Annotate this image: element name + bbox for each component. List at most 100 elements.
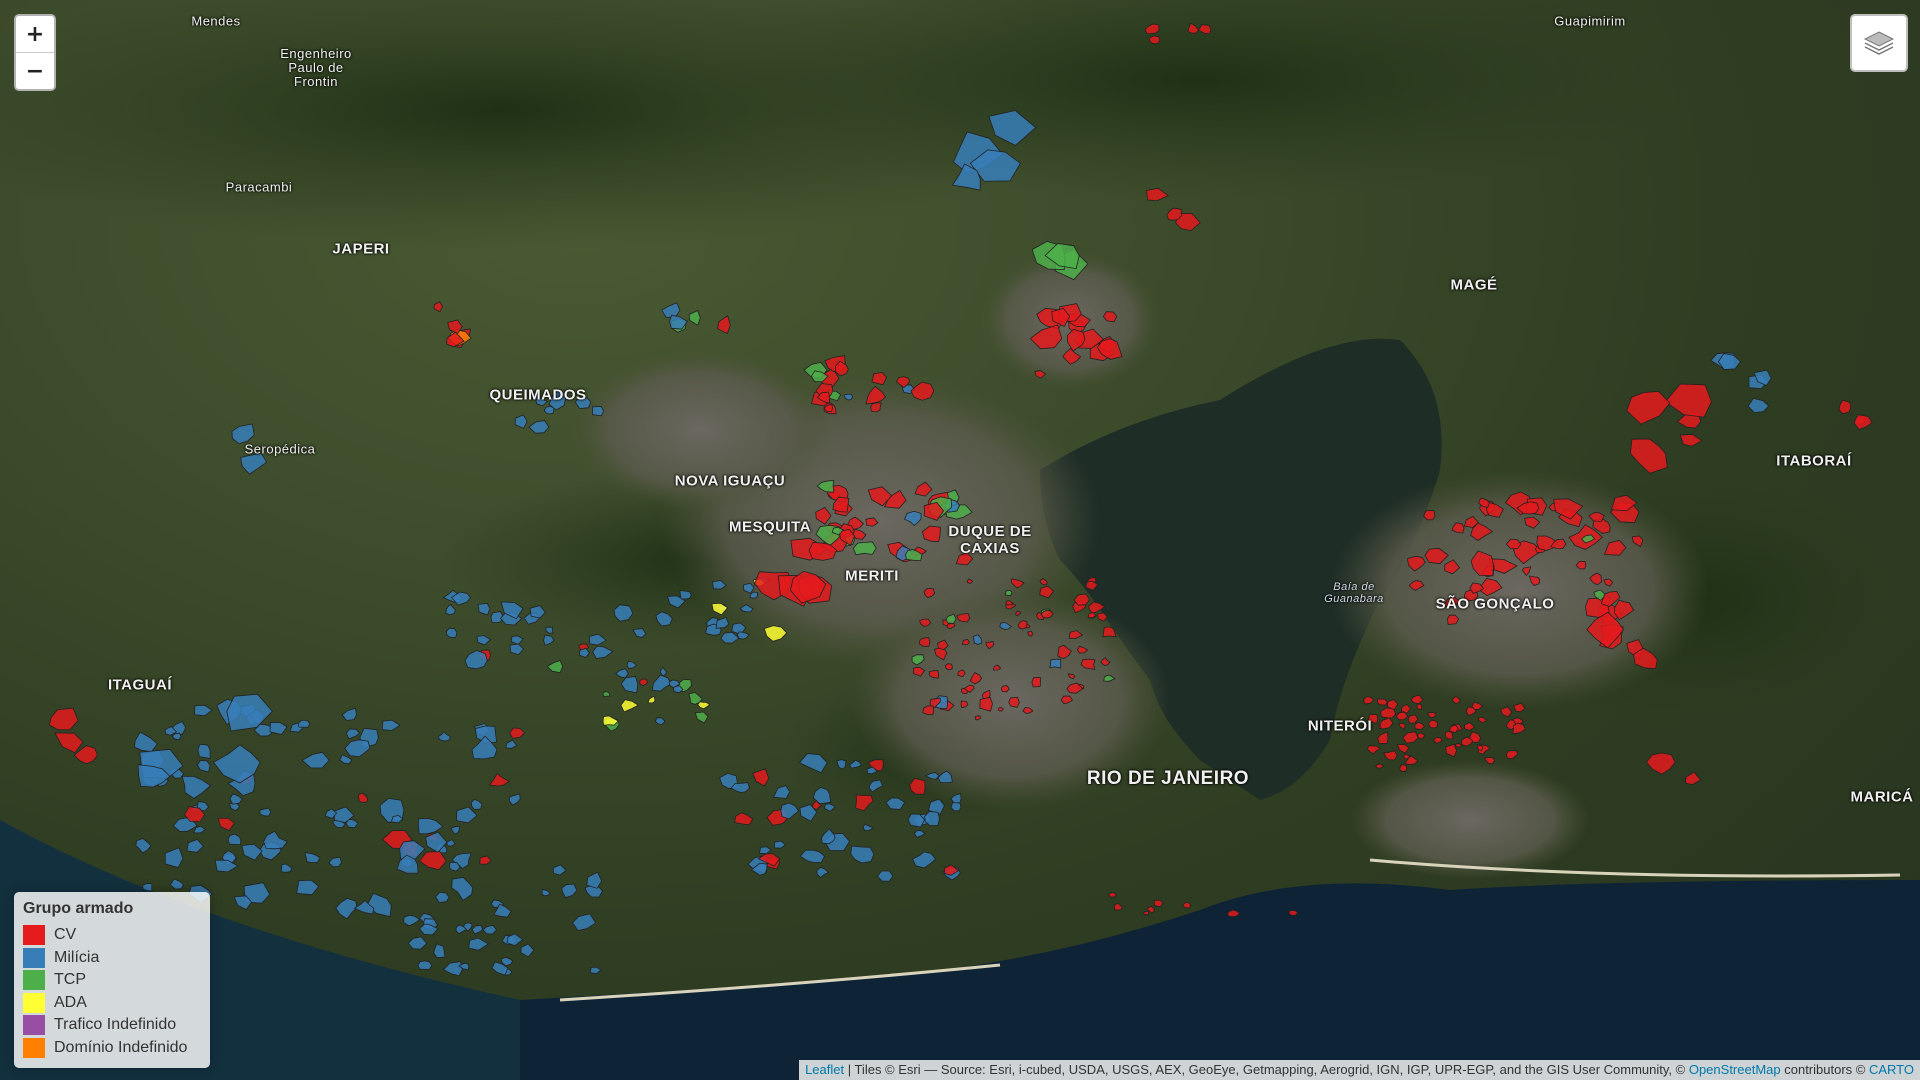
territory-polygon-milicia[interactable]	[194, 704, 213, 717]
territory-polygon-milicia[interactable]	[543, 634, 555, 646]
territory-polygon-milicia[interactable]	[799, 849, 826, 863]
territory-polygon-milicia[interactable]	[297, 719, 311, 728]
territory-polygon-milicia[interactable]	[344, 739, 371, 758]
territory-polygon-milicia[interactable]	[482, 925, 498, 935]
territory-polygon-tcp[interactable]	[694, 711, 709, 724]
territory-polygon-cv[interactable]	[1399, 763, 1408, 772]
territory-polygon-ada[interactable]	[647, 695, 656, 704]
territory-polygon-milicia[interactable]	[280, 863, 293, 873]
territory-polygon-tcp[interactable]	[1004, 589, 1013, 597]
territory-polygon-cv[interactable]	[357, 792, 368, 803]
territory-polygon-milicia[interactable]	[259, 807, 272, 817]
territory-polygon-milicia[interactable]	[541, 888, 552, 897]
territory-polygon-milicia[interactable]	[341, 707, 357, 721]
territory-polygon-milicia[interactable]	[446, 627, 458, 639]
territory-polygon-milicia[interactable]	[816, 866, 830, 879]
zoom-in-button[interactable]: +	[16, 16, 54, 52]
territory-polygon-milicia[interactable]	[572, 913, 597, 931]
territory-polygon-milicia[interactable]	[759, 846, 772, 855]
territory-polygon-milicia[interactable]	[592, 645, 614, 659]
territory-polygon-milicia[interactable]	[345, 728, 361, 740]
territory-polygon-cv[interactable]	[509, 727, 526, 739]
territory-polygon-cv[interactable]	[1379, 717, 1394, 730]
territory-polygon-cv[interactable]	[717, 315, 731, 335]
territory-polygon-milicia[interactable]	[654, 717, 666, 726]
territory-polygon-cv[interactable]	[1375, 763, 1385, 769]
territory-polygon-milicia[interactable]	[476, 635, 492, 646]
territory-polygon-cv[interactable]	[1182, 902, 1191, 909]
territory-polygon-cv[interactable]	[1031, 676, 1042, 688]
territory-polygon-cv[interactable]	[1414, 721, 1425, 730]
territory-polygon-ada[interactable]	[602, 715, 619, 726]
territory-polygon-milicia[interactable]	[301, 751, 330, 769]
territory-polygon-cv[interactable]	[752, 768, 770, 787]
territory-polygon-milicia[interactable]	[850, 845, 875, 864]
zoom-out-button[interactable]: −	[16, 52, 54, 89]
territory-polygon-cv[interactable]	[1363, 696, 1375, 705]
territory-polygon-tcp[interactable]	[852, 541, 877, 556]
territory-polygon-milicia[interactable]	[296, 879, 320, 896]
territory-polygon-cv[interactable]	[1505, 750, 1519, 760]
territory-polygon-milicia[interactable]	[434, 891, 450, 903]
territory-polygon-milicia[interactable]	[773, 840, 787, 849]
territory-polygon-cv[interactable]	[998, 707, 1004, 712]
territory-polygon-milicia[interactable]	[135, 838, 152, 854]
territory-polygon-cv[interactable]	[1679, 433, 1703, 447]
territory-polygon-cv[interactable]	[1417, 732, 1426, 740]
territory-polygon-cv[interactable]	[433, 301, 444, 313]
territory-polygon-milicia[interactable]	[552, 864, 567, 876]
layers-control-button[interactable]	[1850, 14, 1908, 72]
territory-polygon-milicia[interactable]	[924, 810, 940, 826]
territory-polygon-cv[interactable]	[1366, 745, 1381, 755]
territory-polygon-cv[interactable]	[1444, 731, 1454, 740]
map-container[interactable]: Mendes Engenheiro Paulo de Frontin Parac…	[0, 0, 1920, 1080]
territory-polygon-cv[interactable]	[1383, 750, 1398, 761]
territory-polygon-milicia[interactable]	[451, 876, 474, 902]
territory-polygon-cv[interactable]	[1148, 35, 1161, 45]
territory-polygon-milicia[interactable]	[589, 966, 602, 975]
territory-polygon-milicia[interactable]	[477, 602, 491, 616]
territory-polygon-milicia[interactable]	[509, 793, 521, 806]
territory-polygon-milicia[interactable]	[339, 754, 353, 765]
territory-polygon-milicia[interactable]	[442, 961, 463, 977]
territory-polygon-tcp[interactable]	[602, 691, 611, 697]
territory-polygon-milicia[interactable]	[229, 793, 243, 805]
territory-polygon-cv[interactable]	[1113, 902, 1123, 911]
territory-polygon-cv[interactable]	[1464, 722, 1476, 731]
territory-polygon-milicia[interactable]	[445, 603, 456, 616]
territory-polygon-cv[interactable]	[1153, 899, 1164, 908]
territory-polygon-milicia[interactable]	[446, 839, 456, 847]
territory-polygon-milicia[interactable]	[417, 817, 444, 835]
territory-polygon-milicia[interactable]	[186, 839, 204, 853]
territory-polygon-cv[interactable]	[1445, 743, 1458, 758]
territory-polygon-cv[interactable]	[1427, 719, 1439, 729]
territory-polygon-milicia[interactable]	[240, 453, 268, 475]
territory-polygon-cv[interactable]	[1427, 711, 1437, 719]
territory-polygon-milicia[interactable]	[197, 743, 211, 759]
territory-polygon-milicia[interactable]	[950, 801, 962, 812]
territory-polygon-milicia[interactable]	[269, 721, 288, 735]
territory-polygon-milicia[interactable]	[579, 647, 591, 658]
territory-polygon-cv[interactable]	[639, 678, 649, 686]
territory-polygon-milicia[interactable]	[514, 414, 528, 430]
territory-polygon-milicia[interactable]	[417, 960, 433, 970]
territory-polygon-milicia[interactable]	[913, 829, 926, 838]
territory-polygon-tcp[interactable]	[546, 659, 564, 674]
territory-polygon-cv[interactable]	[1454, 743, 1463, 748]
territory-polygon-milicia[interactable]	[407, 936, 428, 950]
territory-polygon-cv[interactable]	[1407, 714, 1419, 724]
territory-polygon-ada[interactable]	[697, 701, 711, 710]
territory-polygon-milicia[interactable]	[450, 825, 460, 835]
territory-polygon-milicia[interactable]	[381, 719, 401, 731]
territory-polygon-milicia[interactable]	[134, 731, 158, 753]
territory-polygon-milicia[interactable]	[403, 914, 421, 927]
territory-polygon-milicia[interactable]	[876, 870, 894, 882]
territory-polygon-cv[interactable]	[1402, 731, 1419, 744]
territory-polygon-cv[interactable]	[1477, 716, 1488, 724]
territory-polygon-cv[interactable]	[1645, 752, 1676, 775]
territory-polygon-milicia[interactable]	[181, 775, 212, 799]
territory-polygon-milicia[interactable]	[241, 843, 263, 861]
territory-polygon-milicia[interactable]	[509, 643, 525, 656]
carto-link[interactable]: CARTO	[1869, 1062, 1914, 1077]
territory-polygon-milicia[interactable]	[659, 666, 668, 677]
